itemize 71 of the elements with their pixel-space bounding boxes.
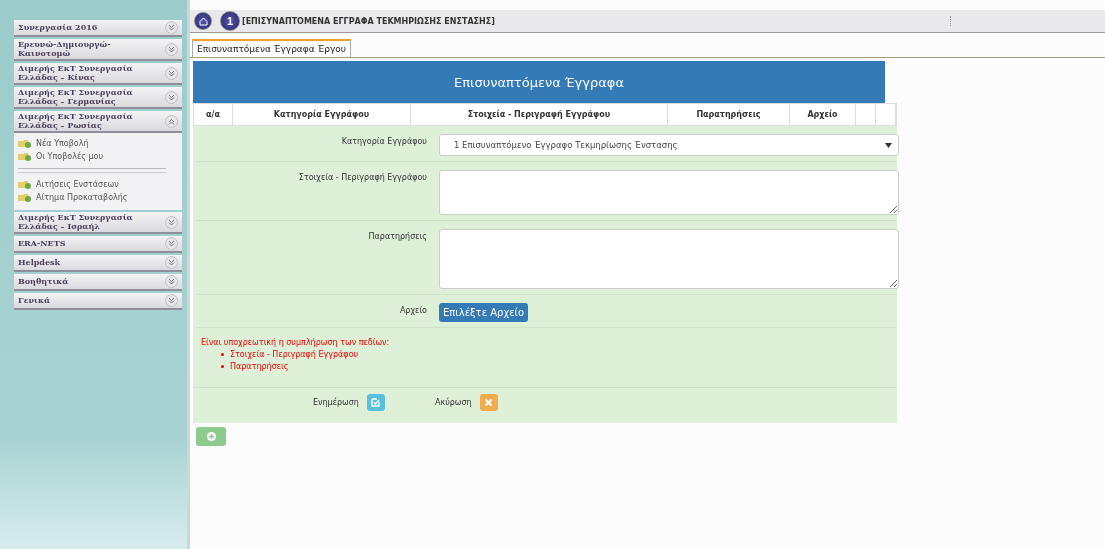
expand-icon <box>165 237 178 250</box>
step-badge: 1 <box>220 11 240 31</box>
folder-icon <box>18 193 32 202</box>
textarea-field[interactable] <box>439 170 899 215</box>
update-button[interactable] <box>366 394 385 411</box>
column-header: Αρχείο <box>807 110 838 119</box>
close-icon <box>484 398 494 407</box>
folder-icon <box>18 139 32 148</box>
validation-item: Παρατηρήσεις <box>221 362 889 371</box>
bullet-icon <box>221 353 224 356</box>
menu-section-title: Γενικά <box>18 296 52 305</box>
cancel-button[interactable] <box>479 394 498 411</box>
home-icon <box>198 16 208 26</box>
field-label: Στοιχεία - Περιγραφή Εγγράφου <box>297 172 427 184</box>
tab[interactable]: Επισυναπτόμενα Έγγραφα Έργου <box>192 39 351 57</box>
choose-file-button[interactable]: Επιλέξτε Αρχείο <box>439 303 529 322</box>
menu-section-header[interactable]: Συνεργασία 2016 <box>14 20 182 37</box>
home-button[interactable] <box>194 12 212 30</box>
add-button[interactable] <box>196 427 226 446</box>
column-header: Στοιχεία - Περιγραφή Εγγράφου <box>467 110 611 119</box>
grip-icon <box>950 16 953 26</box>
menu-section-title: Διμερής ΕκΤ Συνεργασία Ελλάδας – Ισραήλ <box>18 213 134 231</box>
validation-item: Στοιχεία - Περιγραφή Εγγράφου <box>221 350 889 359</box>
menu-section-title: Διμερής ΕκΤ Συνεργασία Ελλάδας – Γερμανίας <box>18 88 134 106</box>
column-header: Κατηγορία Εγγράφου <box>273 110 370 119</box>
bullet-icon <box>221 365 224 368</box>
column-header: α/α <box>206 110 220 119</box>
field-label: Αρχείο <box>398 305 427 317</box>
expand-icon <box>165 294 178 307</box>
textarea-field[interactable] <box>439 229 899 289</box>
plus-icon <box>206 432 216 441</box>
field-label: Κατηγορία Εγγράφου <box>340 136 427 148</box>
menu-section-header[interactable]: Helpdesk <box>14 255 182 272</box>
menu-link[interactable]: Νέα Υποβολή <box>18 139 178 148</box>
menu-section-header[interactable]: Διμερής ΕκΤ Συνεργασία Ελλάδας – Γερμανίας <box>14 87 182 109</box>
folder-icon <box>18 152 32 161</box>
menu-section-header[interactable]: ERA-NETS <box>14 236 182 253</box>
dropdown-arrow-icon <box>885 142 892 148</box>
menu-section-header[interactable]: Γενικά <box>14 293 182 310</box>
field-label: Παρατηρήσεις <box>367 231 427 243</box>
menu-section-title: Διμερής ΕκΤ Συνεργασία Ελλάδας – Κίνας <box>18 64 134 82</box>
menu-section-title: ERA-NETS <box>18 239 67 248</box>
folder-icon <box>18 180 32 189</box>
menu-link[interactable]: Αίτημα Προκαταβολής <box>18 193 178 202</box>
action-label: Ενημέρωση <box>313 398 359 407</box>
menu-link[interactable]: Αιτήσεις Ενστάσεων <box>18 180 178 189</box>
menu-section-title: Διμερής ΕκΤ Συνεργασία Ελλάδας – Ρωσίας <box>18 112 134 130</box>
menu-section-header[interactable]: Βοηθητικά <box>14 274 182 291</box>
menu-link[interactable]: Οι Υποβολές μου <box>18 152 178 161</box>
menu-section-title: Βοηθητικά <box>18 277 70 286</box>
expand-icon <box>165 21 178 34</box>
action-label: Ακύρωση <box>434 398 472 407</box>
expand-icon <box>165 275 178 288</box>
expand-icon <box>165 42 178 56</box>
menu-section-title: Συνεργασία 2016 <box>18 23 99 32</box>
expand-icon <box>165 90 178 104</box>
column-header: Παρατηρήσεις <box>696 110 761 119</box>
panel-header: Επισυναπτόμενα Έγγραφα <box>193 61 885 103</box>
menu-section-title: Helpdesk <box>18 258 61 267</box>
menu-section-header[interactable]: Διμερής ΕκΤ Συνεργασία Ελλάδας – Ισραήλ <box>14 212 182 234</box>
menu-section-title: Ερευνώ-Δημιουργώ-Καινοτομώ <box>18 40 112 58</box>
select-field[interactable]: 1 Επισυναπτόμενο Έγγραφο Τεκμηρίωσης Ένστασης <box>439 134 899 156</box>
expand-icon <box>165 215 178 229</box>
validation-message: Είναι υποχρεωτική η συμπλήρωση των πεδίων: <box>201 338 391 347</box>
expand-icon <box>165 66 178 80</box>
page-title: [ΕΠΙΣΥΝΑΠΤΟΜΕΝΑ ΕΓΓΡΑΦΑ ΤΕΚΜΗΡΙΩΣΗΣ ΕΝΣΤΑΣΗΣ] <box>242 16 496 26</box>
collapse-icon <box>165 114 178 128</box>
menu-section-header[interactable]: Διμερής ΕκΤ Συνεργασία Ελλάδας – Ρωσίας <box>14 111 182 133</box>
menu-section-header[interactable]: Διμερής ΕκΤ Συνεργασία Ελλάδας – Κίνας <box>14 63 182 85</box>
menu-section-header[interactable]: Ερευνώ-Δημιουργώ-Καινοτομώ <box>14 39 182 61</box>
expand-icon <box>165 256 178 269</box>
